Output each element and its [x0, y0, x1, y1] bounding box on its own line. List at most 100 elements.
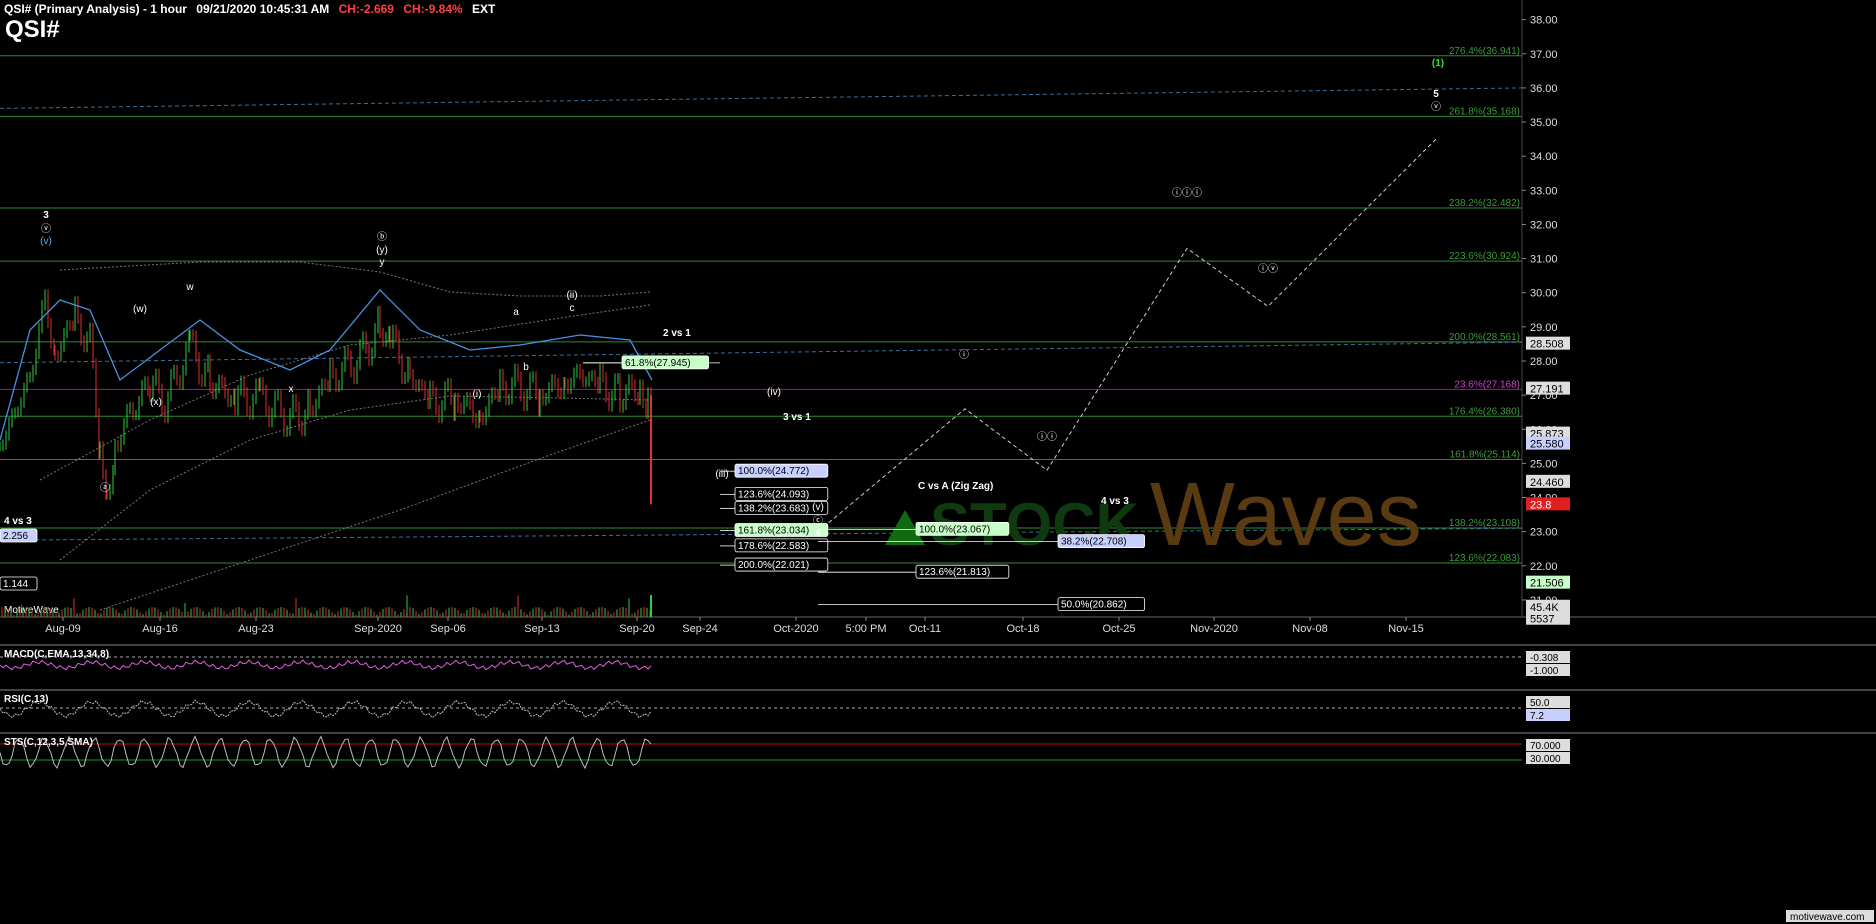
y-tick-label: 34.00 — [1530, 151, 1558, 163]
retrace-label: 100.0%(24.772) — [738, 466, 809, 477]
retrace-label: 61.8%(27.945) — [625, 358, 691, 369]
indicator-value: -1.000 — [1530, 666, 1559, 677]
wave-label: 4 — [815, 528, 821, 539]
wave-label: 3 — [43, 210, 49, 221]
last-price-label: 23.8 — [1530, 499, 1551, 511]
wave-label: (w) — [133, 304, 147, 315]
wave-label: (v) — [40, 236, 52, 247]
wave-label: ⓘⓘ — [1037, 431, 1057, 443]
fib-label: 223.6%(30.924) — [1449, 251, 1520, 262]
indicator-value: 7.2 — [1530, 711, 1544, 722]
y-tick-label: 29.00 — [1530, 322, 1558, 334]
retrace-label: 161.8%(23.034) — [738, 526, 809, 537]
fib-label: 123.6%(22.083) — [1449, 553, 1520, 564]
wave-label: ⓑ — [377, 231, 387, 243]
price-badge-label: 25.580 — [1530, 439, 1564, 451]
indicator-label: MACD(C,EMA,13,34,8) — [4, 649, 109, 660]
indicator-value: -0.308 — [1530, 653, 1559, 664]
retrace-label: 123.6%(24.093) — [738, 489, 809, 500]
y-tick-label: 30.00 — [1530, 288, 1558, 300]
wave-label: y — [380, 257, 385, 268]
annotation-4vs3-left: 4 vs 3 — [4, 516, 32, 527]
x-tick-label: Oct-25 — [1102, 623, 1135, 635]
wave-label: (iii) — [715, 469, 728, 480]
wave-label: (y) — [376, 245, 388, 256]
wave-label: ⓘⓥ — [1258, 263, 1278, 275]
wave-label: ⓥ — [1431, 101, 1441, 113]
retrace-label: 200.0%(22.021) — [738, 560, 809, 571]
annotation-price-left: 2.256 — [3, 531, 28, 542]
fib-label: 176.4%(26.380) — [1449, 406, 1520, 417]
annotation-2vs1: 2 vs 1 — [663, 328, 691, 339]
fib-label: 161.8%(25.114) — [1450, 450, 1520, 461]
fib-label: 23.6%(27.168) — [1454, 379, 1520, 390]
chart-canvas[interactable]: 276.4%(36.941) 261.8%(35.168) 238.2%(32.48… — [0, 0, 1876, 924]
wave-label: (i) — [473, 389, 482, 400]
wave-label: ⓘⓘⓘ — [1172, 187, 1202, 199]
indicator-line — [0, 735, 652, 770]
retrace-label: 38.2%(22.708) — [1061, 537, 1127, 548]
price-badge-label: 28.508 — [1530, 339, 1564, 351]
retrace-label: 50.0%(20.862) — [1061, 600, 1127, 611]
y-tick-label: 38.00 — [1530, 15, 1558, 27]
x-tick-label: Sep-13 — [524, 623, 559, 635]
indicator-value: 30.000 — [1530, 754, 1561, 765]
wave-label: w — [185, 282, 194, 293]
fib-label: 261.8%(35.168) — [1449, 106, 1520, 117]
y-tick-label: 23.00 — [1530, 527, 1558, 539]
x-tick-label: Oct-2020 — [773, 623, 818, 635]
y-tick-label: 22.00 — [1530, 561, 1558, 573]
x-tick-label: Oct-11 — [909, 623, 941, 635]
wave-label: c — [570, 303, 575, 314]
trend-line-middle — [0, 341, 1523, 364]
wave-label: ⓒ — [813, 515, 823, 527]
x-tick-label: Nov-15 — [1388, 623, 1423, 635]
wave-label: ⓘ — [959, 349, 969, 361]
wave-label: x — [289, 384, 294, 395]
retrace-label: 123.6%(21.813) — [919, 567, 990, 578]
retrace-label: 100.0%(23.067) — [919, 524, 990, 535]
x-tick-label: Sep-2020 — [354, 623, 402, 635]
annotation-4vs3-right: 4 vs 3 — [1101, 496, 1129, 507]
annotation-zigzag: C vs A (Zig Zag) — [918, 481, 993, 492]
price-badge-label: 24.460 — [1530, 477, 1564, 489]
wave-label: ⓐ — [100, 482, 110, 494]
y-tick-label: 25.00 — [1530, 458, 1558, 470]
indicator-label: RSI(C,13) — [4, 694, 48, 705]
fib-label: 238.2%(32.482) — [1449, 198, 1520, 209]
wave-label: (1) — [1432, 58, 1444, 69]
watermark-waves: Waves — [1150, 465, 1422, 565]
wave-label: ⓥ — [41, 223, 51, 235]
x-tick-label: Nov-08 — [1292, 623, 1327, 635]
price-badge-label: 5537 — [1530, 614, 1554, 626]
retrace-label: 178.6%(22.583) — [738, 541, 809, 552]
x-tick-label: Sep-20 — [619, 623, 654, 635]
x-tick-label: Aug-16 — [142, 623, 177, 635]
x-tick-label: 5:00 PM — [846, 623, 887, 635]
y-tick-label: 28.00 — [1530, 356, 1558, 368]
y-tick-label: 37.00 — [1530, 49, 1558, 61]
wave-label: (v) — [812, 502, 824, 513]
fib-label: 200.0%(28.561) — [1449, 332, 1520, 343]
y-tick-label: 31.00 — [1530, 254, 1558, 266]
fib-label: 276.4%(36.941) — [1449, 46, 1520, 57]
indicator-line — [0, 659, 652, 671]
annotation-3vs1: 3 vs 1 — [783, 412, 811, 423]
wave-label: 5 — [1433, 89, 1439, 100]
indicator-line — [0, 699, 652, 719]
wave-label: a — [513, 307, 519, 318]
wave-label: (x) — [150, 397, 162, 408]
annotation-price-left2: 1.144 — [3, 579, 28, 590]
ma-gray-upper — [59, 261, 651, 297]
wave-label: (iv) — [767, 387, 781, 398]
x-tick-label: Aug-09 — [45, 623, 80, 635]
wave-label: b — [523, 362, 529, 373]
y-tick-label: 33.00 — [1530, 185, 1558, 197]
footer-label: motivewave.com — [1790, 912, 1864, 923]
x-tick-label: Sep-24 — [682, 623, 717, 635]
ma-gray-long — [99, 419, 651, 611]
price-badge-label: 21.506 — [1530, 578, 1564, 590]
wave-label: (ii) — [566, 290, 577, 301]
price-badge-label: 27.191 — [1530, 384, 1564, 396]
indicator-label: STS(C,12,3,5,SMA) — [4, 737, 93, 748]
